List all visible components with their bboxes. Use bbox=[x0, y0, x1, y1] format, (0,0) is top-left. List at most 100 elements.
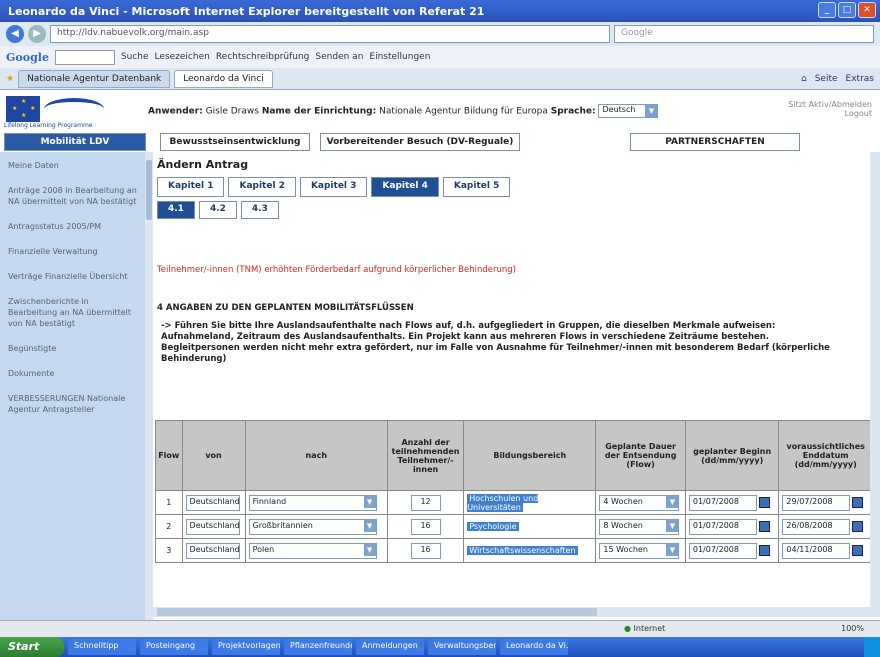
col-header-ende: voraussichtliches Enddatum (dd/mm/yyyy) bbox=[778, 420, 873, 491]
google-toolbar: Google Suche Lesezeichen Rechtschreibprü… bbox=[0, 46, 880, 68]
address-bar: ◀ ▶ http://ldv.nabuevolk.org/main.asp Go… bbox=[0, 22, 880, 46]
dauer-select[interactable]: 8 Wochen ▼ bbox=[599, 518, 680, 535]
toolbar-item-settings[interactable]: Einstellungen bbox=[369, 52, 430, 62]
nav-item-antragsstatus[interactable]: Antragsstatus 2005/PM bbox=[8, 221, 137, 232]
col-header-von: von bbox=[181, 420, 246, 491]
col-header-anzahl: Anzahl der teilnehmenden Teilnehmer/-inn… bbox=[386, 420, 465, 491]
nav-item-beguenstigte[interactable]: Begünstigte bbox=[8, 343, 137, 354]
anzahl-input[interactable]: 16 bbox=[410, 518, 441, 535]
chevron-down-icon: ▼ bbox=[363, 495, 376, 508]
nach-select[interactable]: Großbritannien ▼ bbox=[248, 518, 377, 535]
bildung-value[interactable]: Hochschulen und Universitäten bbox=[467, 493, 539, 512]
url-input[interactable]: http://ldv.nabuevolk.org/main.asp bbox=[50, 25, 610, 43]
dauer-select[interactable]: 15 Wochen ▼ bbox=[599, 542, 680, 559]
taskbar-item[interactable]: Verwaltungsbericht bbox=[428, 639, 496, 655]
minimize-button[interactable]: _ bbox=[818, 2, 836, 18]
toolbar-page[interactable]: Seite bbox=[815, 74, 838, 84]
taskbar-item[interactable]: Pflanzenfreunde bbox=[284, 639, 352, 655]
nach-select[interactable]: Polen ▼ bbox=[248, 542, 377, 559]
close-button[interactable]: ✕ bbox=[858, 2, 876, 18]
calendar-icon[interactable] bbox=[852, 497, 864, 508]
chevron-down-icon: ▼ bbox=[645, 105, 658, 117]
browser-tab-datenbank[interactable]: Nationale Agentur Datenbank bbox=[18, 69, 171, 88]
kapitel-2-button[interactable]: Kapitel 2 bbox=[228, 177, 296, 197]
taskbar-item[interactable]: Posteingang bbox=[140, 639, 208, 655]
taskbar-item[interactable]: Schnelltipp bbox=[68, 639, 136, 655]
tab-vorbereitender-besuch[interactable]: Vorbereitender Besuch (DV-Reguale) bbox=[320, 133, 520, 151]
chevron-down-icon: ▼ bbox=[666, 495, 679, 508]
calendar-icon[interactable] bbox=[852, 545, 864, 556]
kapitel-3-button[interactable]: Kapitel 3 bbox=[299, 177, 368, 197]
anzahl-input[interactable]: 16 bbox=[410, 542, 441, 559]
beginn-input[interactable]: 01/07/2008 bbox=[688, 518, 757, 535]
nav-item-meine-daten[interactable]: Meine Daten bbox=[8, 160, 137, 171]
toolbar-item-spellcheck[interactable]: Rechtschreibprüfung bbox=[216, 52, 310, 62]
calendar-icon[interactable] bbox=[758, 497, 770, 508]
anzahl-input[interactable]: 12 bbox=[410, 494, 441, 511]
von-input[interactable]: Deutschland bbox=[185, 494, 240, 511]
page-vertical-scrollbar[interactable] bbox=[870, 152, 880, 607]
ende-input[interactable]: 04/11/2008 bbox=[782, 542, 851, 559]
nav-item-dokumente[interactable]: Dokumente bbox=[8, 368, 137, 379]
kapitel-1-button[interactable]: Kapitel 1 bbox=[157, 177, 225, 197]
dauer-select[interactable]: 4 Wochen ▼ bbox=[599, 494, 680, 511]
zoom-level[interactable]: 100% bbox=[841, 624, 864, 633]
toolbar-item-bookmarks[interactable]: Lesezeichen bbox=[155, 52, 210, 62]
von-input[interactable]: Deutschland bbox=[185, 518, 240, 535]
ende-input[interactable]: 26/08/2008 bbox=[782, 518, 851, 535]
nach-select[interactable]: Finnland ▼ bbox=[248, 494, 377, 511]
toolbar-extras[interactable]: Extras bbox=[846, 74, 874, 84]
toolbar-item-send[interactable]: Senden an bbox=[315, 52, 363, 62]
browser-tabs: ★ Nationale Agentur Datenbank Leonardo d… bbox=[0, 68, 880, 90]
sub-tab-4-2[interactable]: 4.2 bbox=[198, 201, 237, 219]
language-select[interactable]: Deutsch ▼ bbox=[598, 104, 659, 118]
page-content: ★ ★ ★ ★ Lifelong Learning Programme Anwende… bbox=[0, 90, 880, 620]
beginn-input[interactable]: 01/07/2008 bbox=[688, 494, 757, 511]
taskbar-item[interactable]: Anmeldungen bbox=[356, 639, 424, 655]
logout-link[interactable]: Logout bbox=[788, 109, 872, 118]
sub-tabs: 4.1 4.2 4.3 bbox=[157, 201, 870, 219]
start-button[interactable]: Start bbox=[0, 637, 64, 657]
forward-icon[interactable]: ▶ bbox=[28, 25, 46, 43]
google-search-input[interactable] bbox=[54, 49, 115, 65]
user-name: Gisle Draws bbox=[205, 106, 259, 117]
calendar-icon[interactable] bbox=[758, 545, 770, 556]
kapitel-4-button[interactable]: Kapitel 4 bbox=[371, 177, 439, 197]
bildung-value[interactable]: Wirtschaftswissenschaften bbox=[467, 546, 578, 555]
maximize-button[interactable]: □ bbox=[838, 2, 856, 18]
sub-tab-4-1[interactable]: 4.1 bbox=[157, 201, 195, 219]
nav-item-antraege[interactable]: Anträge 2008 in Bearbeitung an NA übermi… bbox=[8, 185, 137, 207]
page-horizontal-scrollbar[interactable] bbox=[145, 607, 880, 617]
session-link[interactable]: Sitzt Aktiv/Abmelden bbox=[788, 100, 872, 109]
nav-item-finanzen[interactable]: Finanzielle Verwaltung bbox=[8, 246, 137, 257]
nav-item-vertraege[interactable]: Verträge Finanzielle Übersicht bbox=[8, 271, 137, 282]
table-row: 1 Deutschland Finnland ▼ 12 Hochschulen u… bbox=[155, 490, 873, 515]
von-input[interactable]: Deutschland bbox=[185, 542, 240, 559]
calendar-icon[interactable] bbox=[852, 521, 864, 532]
favorites-star-icon[interactable]: ★ bbox=[6, 74, 14, 84]
chevron-down-icon: ▼ bbox=[666, 543, 679, 556]
browser-tab-leonardo[interactable]: Leonardo da Vinci bbox=[174, 69, 273, 88]
nav-item-zwischenberichte[interactable]: Zwischenberichte in Bearbeitung an NA üb… bbox=[8, 296, 137, 329]
warning-message: Teilnehmer/-innen (TNM) erhöhten Förderb… bbox=[157, 265, 516, 275]
nav-scrollbar[interactable] bbox=[145, 152, 153, 620]
tab-partnerschaften[interactable]: PARTNERSCHAFTEN bbox=[630, 133, 800, 151]
col-header-beginn: geplanter Beginn (dd/mm/yyyy) bbox=[684, 420, 780, 491]
calendar-icon[interactable] bbox=[758, 521, 770, 532]
browser-search-input[interactable]: Google bbox=[614, 25, 874, 43]
home-icon[interactable]: ⌂ bbox=[801, 74, 807, 84]
status-bar: ● Internet 100% bbox=[0, 620, 880, 637]
ende-input[interactable]: 29/07/2008 bbox=[782, 494, 851, 511]
toolbar-item-search[interactable]: Suche bbox=[121, 52, 149, 62]
taskbar-item[interactable]: Leonardo da Vi... bbox=[500, 639, 568, 655]
taskbar-item[interactable]: Projektvorlagen bbox=[212, 639, 280, 655]
system-tray bbox=[864, 637, 880, 657]
sub-tab-4-3[interactable]: 4.3 bbox=[240, 201, 279, 219]
nav-item-verbesserungen[interactable]: VERBESSERUNGEN Nationale Agentur Antrags… bbox=[8, 393, 137, 415]
tab-mobilitaet[interactable]: Mobilität LDV bbox=[4, 133, 146, 151]
tab-bewusstsein[interactable]: Bewusstseinsentwicklung bbox=[160, 133, 310, 151]
beginn-input[interactable]: 01/07/2008 bbox=[688, 542, 757, 559]
back-icon[interactable]: ◀ bbox=[6, 25, 24, 43]
kapitel-5-button[interactable]: Kapitel 5 bbox=[442, 177, 511, 197]
bildung-value[interactable]: Psychologie bbox=[467, 522, 519, 531]
